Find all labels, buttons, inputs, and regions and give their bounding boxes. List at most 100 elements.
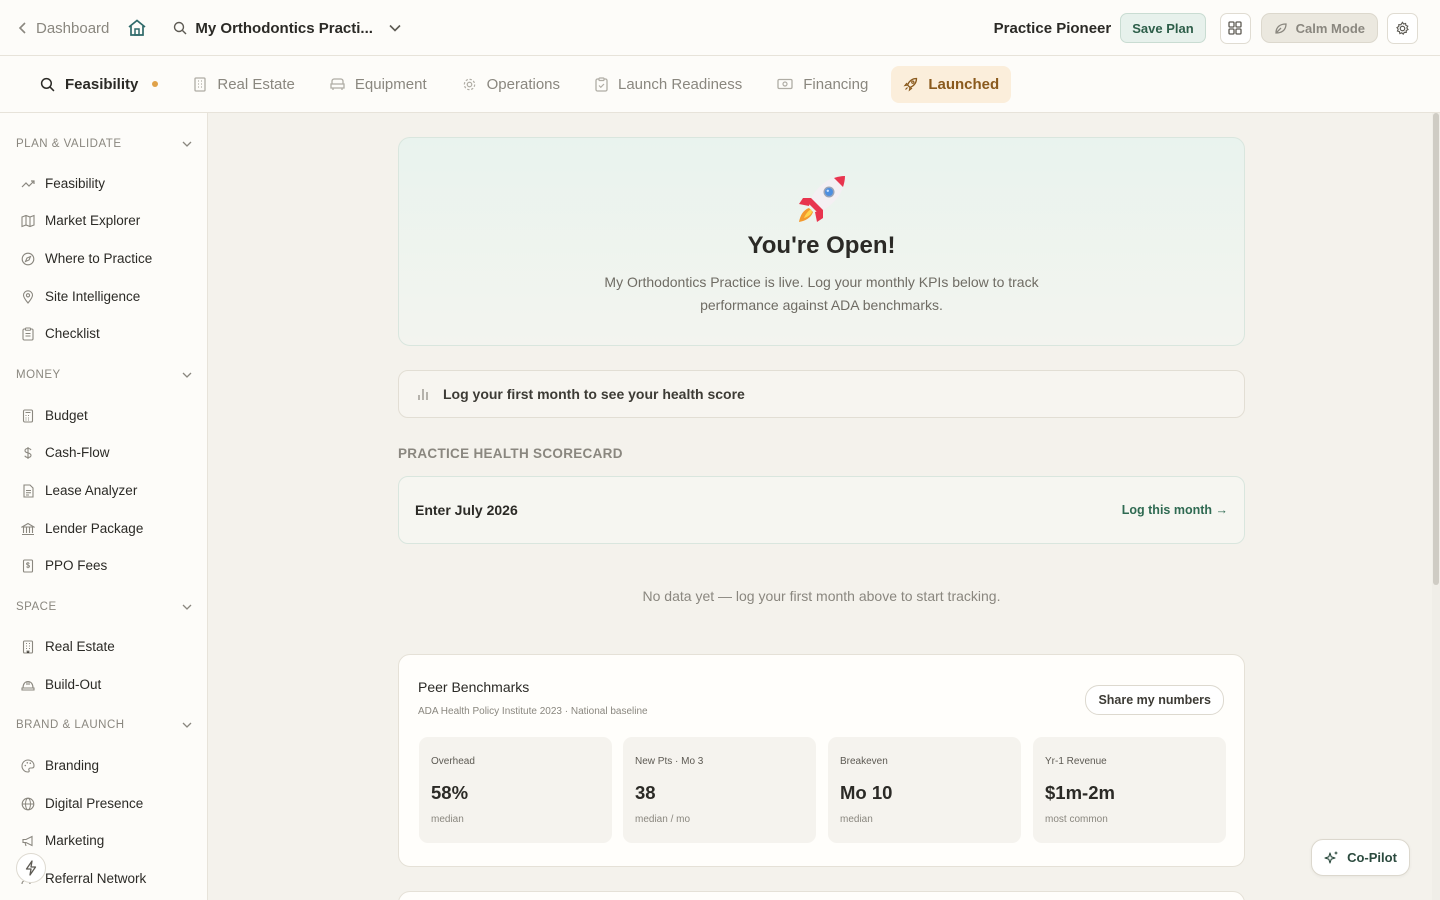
benchmark-title: Yr-1 Revenue: [1045, 756, 1107, 767]
log-this-month-link[interactable]: Log this month →: [1122, 503, 1228, 517]
chevron-down-icon: [182, 372, 192, 378]
sidebar-item-real-estate[interactable]: Real Estate: [21, 639, 115, 654]
benchmark-value: 58%: [431, 782, 469, 803]
sidebar-item-marketing[interactable]: Marketing: [21, 833, 104, 848]
project-name: My Orthodontics Practi...: [195, 19, 373, 37]
sidebar: PLAN & VALIDATE Feasibility Market Explo…: [0, 113, 208, 900]
sidebar-item-checklist[interactable]: Checklist: [21, 326, 100, 341]
sidebar-item-label: Where to Practice: [45, 251, 153, 266]
calculator-icon: [22, 408, 34, 423]
sidebar-item-where-to-practice[interactable]: Where to Practice: [21, 251, 152, 266]
sidebar-item-label: Site Intelligence: [45, 289, 141, 304]
benchmark-card-breakeven: Breakeven Mo 10 median: [828, 737, 1021, 843]
health-score-prompt: Log your first month to see your health …: [398, 370, 1245, 418]
apps-grid-button[interactable]: [1219, 12, 1251, 44]
tab-equipment[interactable]: Equipment: [318, 66, 439, 103]
globe-icon: [21, 797, 35, 810]
clipboard-icon: [22, 327, 34, 341]
chevron-down-icon: [182, 604, 192, 610]
section-title: PLAN & VALIDATE: [16, 138, 122, 150]
search-icon: [40, 77, 55, 91]
tab-real-estate[interactable]: Real Estate: [181, 66, 307, 103]
calm-mode-toggle[interactable]: Calm Mode: [1260, 13, 1378, 43]
health-prompt-text: Log your first month to see your health …: [443, 386, 745, 402]
benchmark-value: 38: [635, 782, 656, 803]
section-title: BRAND & LAUNCH: [16, 719, 125, 731]
quick-actions-button[interactable]: [16, 853, 46, 883]
sidebar-item-label: Feasibility: [45, 176, 106, 191]
sparkle-icon: [1324, 851, 1339, 864]
sidebar-item-digital-presence[interactable]: Digital Presence: [21, 796, 143, 811]
launch-hero-card: You're Open! My Orthodontics Practice is…: [398, 137, 1245, 346]
sidebar-item-market-explorer[interactable]: Market Explorer: [21, 213, 140, 228]
sidebar-item-cash-flow[interactable]: Cash-Flow: [21, 445, 110, 460]
sidebar-item-label: Checklist: [45, 326, 100, 341]
sidebar-item-label: Marketing: [45, 833, 105, 848]
building-icon: [22, 639, 34, 654]
benchmark-card-new-patients: New Pts · Mo 3 38 median / mo: [623, 737, 816, 843]
receipt-icon: [22, 558, 34, 573]
back-label: Dashboard: [36, 19, 110, 37]
main-scrollbar[interactable]: [1432, 113, 1440, 900]
back-to-dashboard-link[interactable]: Dashboard: [18, 20, 109, 37]
top-bar: Dashboard My Orthodontics Practi... Prac…: [0, 0, 1440, 56]
sidebar-item-label: Branding: [45, 758, 100, 773]
section-plan-validate[interactable]: PLAN & VALIDATE: [16, 138, 192, 150]
benchmark-sub: most common: [1045, 814, 1108, 825]
tab-financing[interactable]: Financing: [765, 66, 880, 103]
sidebar-item-build-out[interactable]: Build-Out: [21, 677, 101, 692]
share-numbers-button[interactable]: Share my numbers: [1085, 685, 1224, 715]
tab-operations[interactable]: Operations: [450, 66, 572, 103]
status-dot: [152, 81, 159, 87]
tab-launched[interactable]: Launched: [891, 65, 1012, 103]
sidebar-item-label: Digital Presence: [45, 796, 144, 811]
home-button[interactable]: [127, 19, 147, 37]
bar-chart-icon: [418, 388, 428, 400]
benchmark-title: Overhead: [431, 756, 475, 767]
grid-icon: [1228, 21, 1242, 35]
gear-icon: [463, 78, 475, 90]
sidebar-item-budget[interactable]: Budget: [21, 408, 88, 423]
section-space[interactable]: SPACE: [16, 601, 192, 613]
search-icon: [174, 21, 187, 35]
lightning-icon: [25, 860, 37, 876]
tab-feasibility[interactable]: Feasibility: [28, 66, 170, 103]
section-title: SPACE: [16, 601, 57, 613]
section-money[interactable]: MONEY: [16, 369, 192, 381]
sidebar-item-lease-analyzer[interactable]: Lease Analyzer: [21, 483, 137, 498]
main-content: You're Open! My Orthodontics Practice is…: [208, 113, 1432, 900]
benchmark-title: Breakeven: [840, 756, 888, 767]
save-plan-button[interactable]: Save Plan: [1120, 13, 1206, 43]
sidebar-item-label: Budget: [45, 408, 88, 423]
tab-label: Launch Readiness: [618, 75, 743, 93]
home-icon: [128, 19, 146, 36]
chevron-down-icon: [389, 24, 401, 32]
scrollbar-thumb[interactable]: [1433, 113, 1439, 585]
clipboard-icon: [595, 76, 608, 92]
document-icon: [23, 483, 34, 498]
sidebar-item-site-intelligence[interactable]: Site Intelligence: [21, 289, 140, 304]
benchmark-value: Mo 10: [840, 782, 893, 803]
benchmark-sub: median / mo: [635, 814, 691, 825]
sidebar-item-feasibility[interactable]: Feasibility: [21, 176, 105, 191]
tab-label: Financing: [803, 75, 869, 93]
peer-benchmarks-card: Peer Benchmarks ADA Health Policy Instit…: [398, 654, 1245, 867]
tab-label: Equipment: [354, 75, 427, 93]
benchmark-value: $1m-2m: [1045, 782, 1115, 803]
settings-button[interactable]: [1387, 12, 1418, 44]
sidebar-item-ppo-fees[interactable]: PPO Fees: [21, 558, 107, 573]
sidebar-item-lender-package[interactable]: Lender Package: [21, 521, 143, 536]
palette-icon: [21, 758, 35, 773]
sidebar-item-label: Market Explorer: [45, 213, 141, 228]
sidebar-item-label: Lender Package: [45, 521, 144, 536]
gear-icon: [1396, 20, 1409, 35]
project-selector[interactable]: My Orthodontics Practi...: [173, 20, 401, 37]
sidebar-item-label: Build-Out: [45, 677, 102, 692]
log-month-card[interactable]: Enter July 2026 Log this month →: [398, 476, 1245, 544]
copilot-label: Co-Pilot: [1347, 850, 1397, 865]
section-brand-launch[interactable]: BRAND & LAUNCH: [16, 719, 192, 731]
peer-title: Peer Benchmarks: [418, 679, 530, 695]
tab-launch-readiness[interactable]: Launch Readiness: [583, 66, 754, 103]
copilot-button[interactable]: Co-Pilot: [1311, 839, 1410, 876]
sidebar-item-branding[interactable]: Branding: [21, 758, 99, 773]
